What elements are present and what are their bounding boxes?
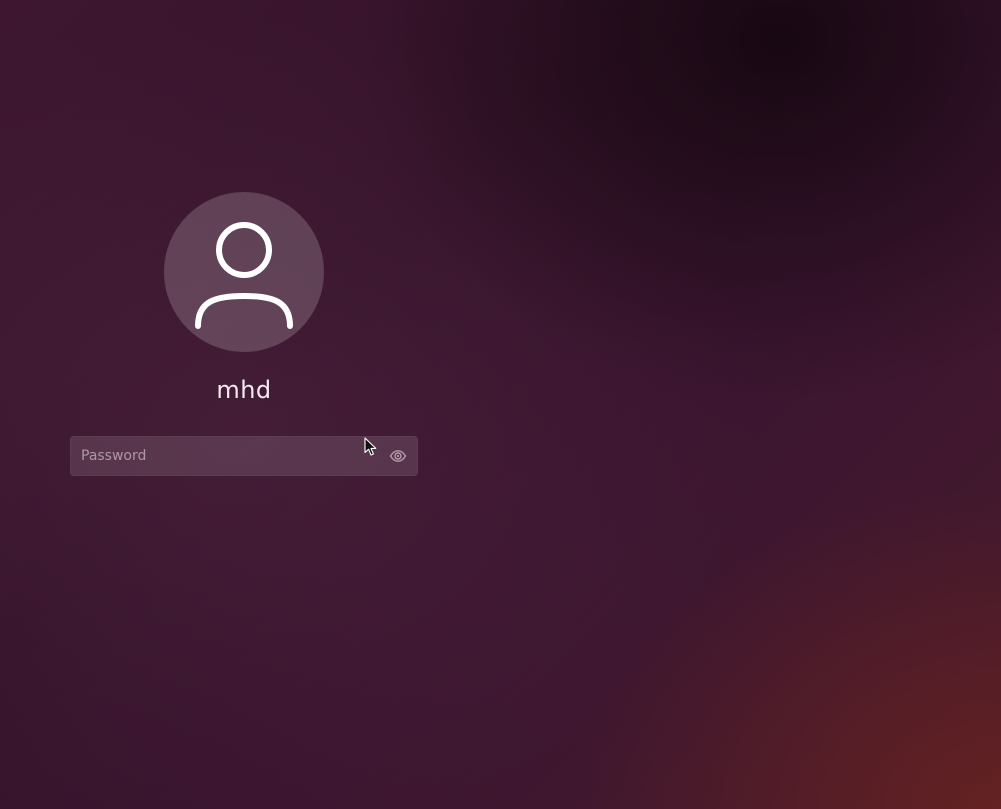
user-silhouette-icon	[195, 222, 293, 329]
username-label: mhd	[216, 376, 272, 404]
user-avatar[interactable]	[164, 192, 324, 352]
eye-icon	[389, 450, 407, 462]
password-input[interactable]	[70, 436, 380, 476]
show-password-button[interactable]	[388, 446, 408, 466]
mouse-pointer-icon	[364, 437, 377, 456]
